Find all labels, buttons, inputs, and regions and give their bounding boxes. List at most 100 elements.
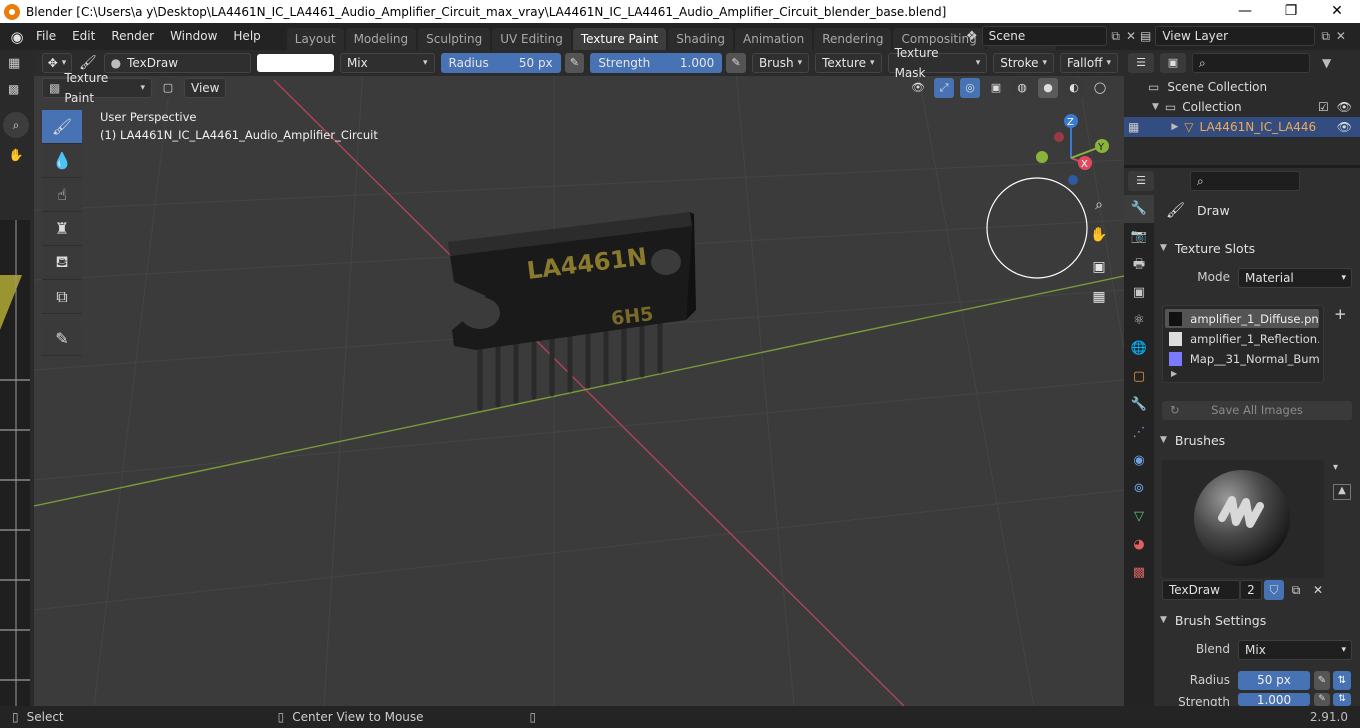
brush-color-swatch[interactable]	[257, 54, 334, 72]
view-layer-browse-icon[interactable]: ⧉	[1321, 29, 1330, 44]
tab-shading[interactable]: Shading	[668, 28, 733, 50]
collection-visibility-icon[interactable]: 👁	[1337, 100, 1352, 114]
texture-mask-menu[interactable]: Texture Mask ▾	[887, 46, 988, 80]
list-expand-icon[interactable]: ▶	[1171, 369, 1177, 378]
texture-mode-dropdown[interactable]: Material ▾	[1238, 268, 1352, 288]
object-visibility-icon[interactable]: 👁	[1337, 120, 1352, 134]
pan-view-hand-icon[interactable]: ✋	[1086, 222, 1112, 248]
texture-slot-item[interactable]: amplifier_1_Diffuse.png	[1165, 309, 1319, 328]
blend-mode-dropdown[interactable]: Mix ▾	[339, 53, 435, 73]
collection-expand-icon[interactable]: ▼	[1152, 102, 1159, 112]
particles-tab-icon[interactable]: ⋰	[1124, 419, 1154, 447]
save-all-images-button[interactable]: ↻ Save All Images	[1162, 401, 1352, 420]
pan-hand-icon[interactable]: ✋	[3, 142, 29, 168]
outliner-row-object[interactable]: ▦ ▶ ▽ LA4461N_IC_LA446 👁	[1124, 117, 1360, 137]
ortho-grid-icon[interactable]: ▦	[1086, 284, 1112, 310]
object-tab-icon[interactable]: ▢	[1124, 363, 1154, 391]
clone-tool-icon[interactable]: ♜	[42, 212, 82, 246]
brush-preview[interactable]	[1162, 460, 1324, 578]
add-texture-slot-icon[interactable]: +	[1334, 305, 1347, 323]
zoom-view-icon[interactable]: ⌕	[1086, 192, 1112, 218]
scene-browse-icon[interactable]: ⧉	[1111, 29, 1120, 44]
orientation-gizmo[interactable]: Z X Y	[1036, 114, 1109, 185]
radius-unit-icon[interactable]: ⇅	[1333, 671, 1351, 690]
view-layer-field[interactable]: View Layer	[1155, 26, 1316, 46]
world-tab-icon[interactable]: 🌐	[1124, 335, 1154, 363]
checker-icon[interactable]: ▩	[8, 82, 19, 96]
tab-rendering[interactable]: Rendering	[814, 28, 892, 50]
view-layer-tab-icon[interactable]: ▣	[1124, 279, 1154, 307]
physics-tab-icon[interactable]: ◉	[1124, 447, 1154, 475]
brush-name-input[interactable]: TexDraw	[1162, 580, 1240, 600]
mask-tool-icon[interactable]: ⧉	[42, 280, 82, 314]
radius-slider[interactable]: Radius 50 px	[440, 53, 561, 73]
overlay-toggle-icon[interactable]: ◎	[960, 78, 980, 98]
outliner-search-input[interactable]: ⌕	[1192, 53, 1310, 73]
gizmo-toggle-icon[interactable]: ⤢	[934, 78, 954, 98]
modifier-tab-icon[interactable]: 🔧	[1124, 391, 1154, 419]
minimize-button[interactable]: —	[1222, 0, 1268, 23]
menu-help[interactable]: Help	[225, 23, 268, 50]
tab-animation[interactable]: Animation	[735, 28, 813, 50]
material-shading-icon[interactable]: ◐	[1064, 78, 1084, 98]
scene-selector[interactable]: ❖ Scene ⧉ ✕	[966, 25, 1136, 47]
brushes-header[interactable]: ▼ Brushes	[1156, 428, 1356, 452]
tab-modeling[interactable]: Modeling	[345, 28, 417, 50]
strength-setting-slider[interactable]: 1.000	[1238, 693, 1310, 706]
camera-view-icon[interactable]: ▣	[1086, 254, 1112, 280]
visibility-icon[interactable]: 👁	[908, 78, 928, 98]
blender-logo-icon[interactable]: ◉	[6, 28, 28, 46]
outliner-row-scene-collection[interactable]: ▭ Scene Collection	[1124, 77, 1360, 97]
texture-tab-icon[interactable]: ▩	[1124, 559, 1154, 587]
radius-pressure-icon[interactable]: ✎	[564, 53, 585, 73]
tab-sculpting[interactable]: Sculpting	[418, 28, 491, 50]
scene-tab-icon[interactable]: ⚛	[1124, 307, 1154, 335]
scene-field[interactable]: Scene	[981, 26, 1108, 46]
ic-chip-model[interactable]: LA4461N 6H5	[448, 212, 696, 411]
brush-menu[interactable]: Brush ▾	[751, 53, 810, 73]
annotate-tool-icon[interactable]: ✎	[42, 322, 82, 356]
radius-setting-slider[interactable]: 50 px	[1238, 671, 1310, 690]
texture-slot-item[interactable]: amplifier_1_Reflection...	[1165, 329, 1319, 348]
fake-user-icon[interactable]: ⛉	[1264, 580, 1284, 600]
wireframe-shading-icon[interactable]: ◍	[1012, 78, 1032, 98]
material-tab-icon[interactable]: ◕	[1124, 531, 1154, 559]
smear-tool-icon[interactable]: ☝	[42, 178, 82, 212]
outliner-row-collection[interactable]: ▼ ▭ Collection ☑ 👁	[1124, 97, 1360, 117]
strength-slider[interactable]: Strength 1.000	[590, 53, 723, 73]
menu-render[interactable]: Render	[103, 23, 162, 50]
properties-editor-icon[interactable]: ☰	[1128, 171, 1154, 191]
tab-texture-paint[interactable]: Texture Paint	[572, 28, 667, 50]
view-layer-selector[interactable]: ▤ View Layer ⧉ ✕	[1140, 25, 1358, 47]
view-menu[interactable]: View	[184, 78, 227, 98]
mask-toggle-icon[interactable]: ▢	[158, 78, 178, 98]
brush-image-icon[interactable]: ▲	[1333, 484, 1351, 500]
brush-users-count[interactable]: 2	[1240, 580, 1262, 600]
strength-pen-pressure-icon[interactable]: ✎	[1314, 693, 1330, 706]
constraints-tab-icon[interactable]: ⊚	[1124, 475, 1154, 503]
texture-menu[interactable]: Texture ▾	[815, 53, 882, 73]
falloff-menu[interactable]: Falloff ▾	[1060, 53, 1118, 73]
unlink-brush-icon[interactable]: ✕	[1308, 580, 1328, 600]
menu-file[interactable]: File	[28, 23, 64, 50]
solid-shading-icon[interactable]: ●	[1038, 78, 1058, 98]
texture-slot-item[interactable]: Map__31_Normal_Bum...	[1165, 349, 1319, 368]
strength-unit-icon[interactable]: ⇅	[1333, 693, 1351, 706]
properties-search-input[interactable]: ⌕	[1190, 171, 1300, 191]
fill-tool-icon[interactable]: ⛾	[42, 246, 82, 280]
brush-settings-header[interactable]: ▼ Brush Settings	[1156, 608, 1356, 632]
3d-viewport[interactable]: LA4461N 6H5 Z X Y User Perspective (1) L…	[34, 50, 1124, 706]
rendered-shading-icon[interactable]: ◯	[1090, 78, 1110, 98]
outliner-editor-icon[interactable]: ☰	[1128, 53, 1154, 73]
tab-layout[interactable]: Layout	[286, 28, 344, 50]
blend-dropdown[interactable]: Mix ▾	[1238, 640, 1352, 660]
soften-tool-icon[interactable]: 💧	[42, 144, 82, 178]
mode-dropdown[interactable]: ▩ Texture Paint ▾	[42, 71, 152, 105]
render-tab-icon[interactable]: 📷	[1124, 223, 1154, 251]
close-button[interactable]: ✕	[1314, 0, 1360, 23]
radius-pen-pressure-icon[interactable]: ✎	[1314, 671, 1330, 690]
stroke-menu[interactable]: Stroke ▾	[993, 53, 1055, 73]
maximize-button[interactable]: ❐	[1268, 0, 1314, 23]
collection-check-icon[interactable]: ☑	[1318, 100, 1329, 114]
texture-slots-header[interactable]: ▼ Texture Slots	[1156, 236, 1356, 260]
